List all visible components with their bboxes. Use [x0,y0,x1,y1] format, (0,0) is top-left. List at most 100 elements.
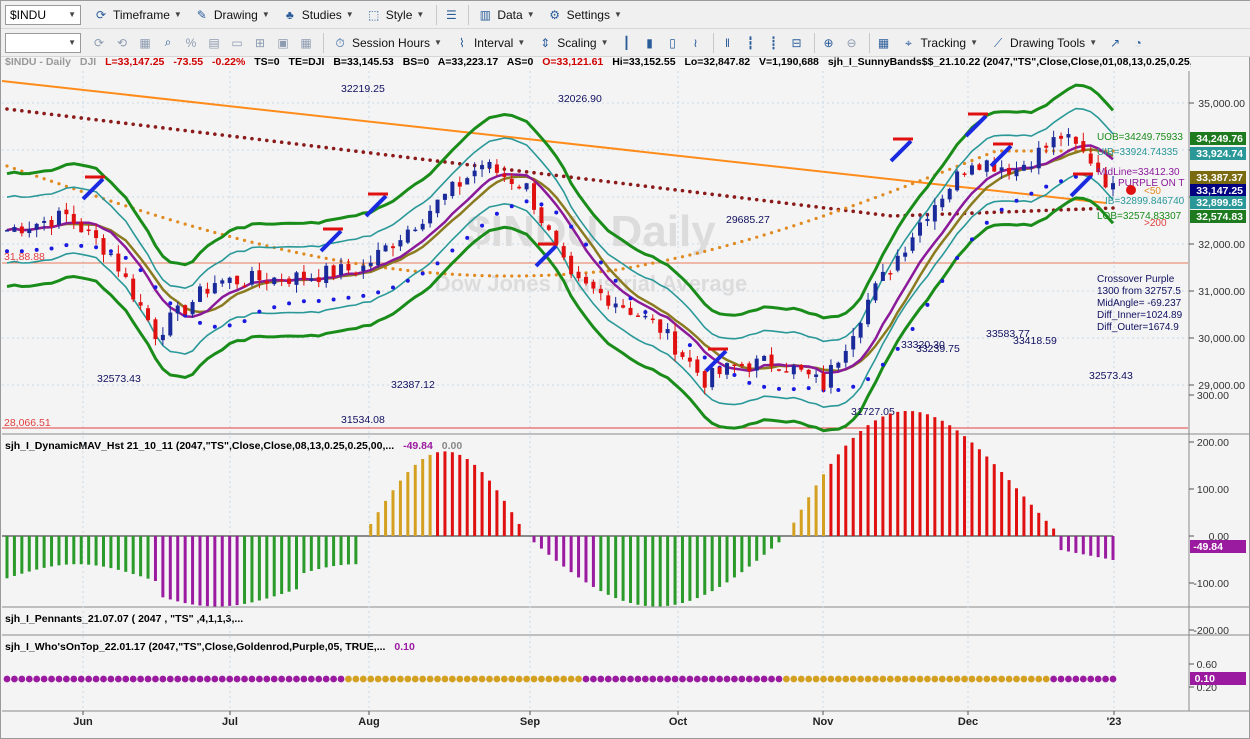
long-ma-dot [725,194,729,198]
candle-body [49,219,54,227]
mid-ma-dot [851,203,855,208]
candle-body [739,363,744,366]
mid-ma-dot [450,272,454,276]
candle-body [606,295,611,306]
whos-on-top-dot [226,675,234,683]
small-mark: >200 [1144,218,1167,229]
whos-on-top-dot [983,675,991,683]
candle-body [257,270,262,281]
price-label-text: 34,249.76 [1196,133,1243,145]
blue-ma-dot [762,384,767,389]
whos-on-top-dot [137,675,145,683]
mid-ma-dot [859,201,863,205]
mid-ma-dot [651,261,655,265]
mid-ma-dot [673,256,677,261]
whos-on-top-dot [471,675,479,683]
peak-label: 32219.25 [341,83,385,95]
blue-ma-dot [539,202,544,207]
whos-on-top-dot [872,675,879,683]
mid-ma-dot [888,190,892,194]
candle-body [1014,169,1019,177]
whos-on-top-dot [701,675,709,683]
whos-on-top-dot [656,675,664,683]
long-ma-dot [309,144,314,148]
whos-on-top-dot [367,675,375,683]
candle-body [814,374,819,377]
blue-ma-dot [925,302,930,307]
mid-ma-dot [821,214,826,218]
long-ma-dot [64,114,69,118]
candle-body [791,365,796,375]
candle-body [687,357,692,362]
whos-on-top-dot [33,675,41,683]
whos-on-top-dot [493,675,501,683]
long-ma-dot [561,174,566,179]
mid-ma-dot [636,264,640,268]
histogram-tick-label: -200.00 [1193,625,1229,637]
long-ma-dot [732,195,737,199]
mid-ma-dot [710,247,714,252]
candle-body [212,283,217,294]
candle-body [205,288,210,294]
long-ma-dot [532,170,536,175]
long-ma-dot [873,212,878,216]
long-ma-dot [428,158,432,162]
blue-ma-dot [212,324,217,329]
crossover-info-line: Crossover Purple [1097,274,1175,285]
whos-on-top-dot [40,675,48,683]
candle-body [509,178,514,184]
candle-body [635,315,640,317]
long-ma-dot [86,117,91,121]
candle-body [1111,183,1115,190]
whos-on-top-dot [1013,675,1020,683]
whos-on-top-dot [619,675,627,683]
long-ma-dot [435,159,440,163]
candle-body [532,183,537,210]
candle-body [665,329,670,334]
blue-ma-dot [420,271,425,276]
whos-on-top-dot [679,675,686,683]
mid-ma-dot [250,240,254,244]
mid-ma-dot [762,233,766,237]
mid-ma-dot [814,216,818,221]
blue-ma-dot [79,243,84,248]
candle-body [799,365,804,370]
mid-ma-dot [79,189,83,193]
blue-ma-dot [331,297,336,302]
whos-on-top-dot [434,675,441,683]
long-ma-dot [413,156,418,161]
long-ma-dot [331,146,336,151]
long-ma-dot [302,143,306,147]
whos-on-top-dot [1109,675,1117,683]
blue-ma-dot [227,323,232,328]
candle-body [1066,134,1071,138]
mid-ma-dot [510,274,514,278]
whos-on-top-dot [857,675,865,683]
mid-ma-dot [190,224,195,228]
long-ma-dot [688,189,692,194]
whos-on-top-dot [842,675,850,683]
whos-on-top-dot [894,675,902,683]
blue-ma-dot [613,278,618,283]
long-ma-dot [665,187,670,191]
blue-ma-dot [969,237,974,242]
mid-ma-dot [918,179,922,183]
candle-body [123,273,128,277]
chart-canvas[interactable]: $INDU Daily Dow Jones Industrial Average… [1,1,1250,739]
whos-on-top-dot [404,675,412,683]
candle-body [339,264,344,276]
candle-body [539,207,544,224]
long-ma-dot [710,192,714,197]
candle-body [784,371,789,373]
mid-ma-dot [153,213,158,217]
whos-on-top-dot [255,675,263,683]
mid-ma-dot [287,249,291,253]
peak-label: 29685.27 [726,214,770,226]
whos-on-top-dot [968,675,976,683]
mid-ma-dot [881,193,885,197]
blue-ma-dot [806,386,811,391]
mid-ma-dot [992,150,996,154]
long-ma-dot [5,107,9,111]
long-ma-dot [213,132,217,136]
long-ma-dot [368,151,373,155]
